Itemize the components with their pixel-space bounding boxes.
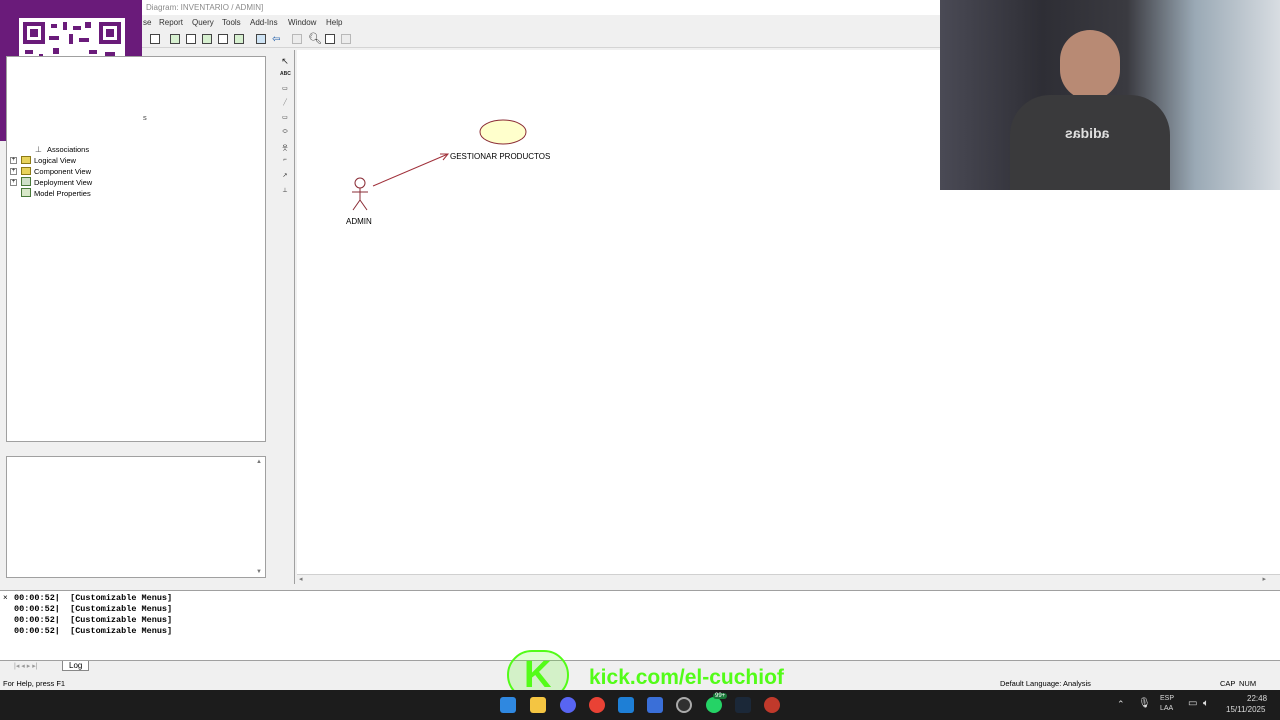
steam-icon[interactable] bbox=[735, 697, 751, 713]
association-tool-icon[interactable]: ⌐ bbox=[280, 157, 290, 166]
text-box-icon[interactable]: ABC bbox=[280, 71, 291, 80]
scroll-left-icon[interactable]: ◂ bbox=[299, 575, 303, 583]
class-diagram-icon[interactable] bbox=[170, 34, 180, 44]
status-caps: CAP bbox=[1220, 679, 1236, 688]
menu-item-browse[interactable]: se bbox=[143, 18, 151, 27]
note-icon[interactable]: ▭ bbox=[280, 85, 290, 94]
use-case-label[interactable]: GESTIONAR PRODUCTOS bbox=[450, 152, 550, 161]
status-language: Default Language: Analysis bbox=[1000, 679, 1091, 688]
folder-icon bbox=[21, 156, 31, 164]
scroll-right-icon[interactable]: ▸ bbox=[1262, 575, 1266, 583]
log-line: 00:00:52| [Customizable Menus] bbox=[14, 615, 173, 625]
association-line[interactable] bbox=[372, 153, 450, 187]
expand-deployment-view-icon[interactable]: + bbox=[10, 179, 17, 186]
log-line: 00:00:52| [Customizable Menus] bbox=[14, 626, 173, 636]
zoom-fit-icon[interactable] bbox=[292, 34, 302, 44]
rational-rose-icon[interactable] bbox=[647, 697, 663, 713]
scroll-up-icon[interactable]: ▲ bbox=[256, 459, 262, 465]
component-diagram-icon[interactable] bbox=[202, 34, 212, 44]
menu-item-tools[interactable]: Tools bbox=[222, 18, 241, 27]
expand-component-view-icon[interactable]: + bbox=[10, 168, 17, 175]
back-arrow-icon[interactable]: ⇦ bbox=[272, 34, 280, 45]
discord-icon[interactable] bbox=[560, 697, 576, 713]
tree-item-logical-view[interactable]: Logical View bbox=[34, 156, 76, 165]
shirt-logo-text: adidas bbox=[1065, 125, 1110, 141]
clock-time[interactable]: 22:48 bbox=[1247, 694, 1267, 703]
vscode-icon[interactable] bbox=[618, 697, 634, 713]
use-case-ellipse[interactable] bbox=[479, 119, 527, 145]
whatsapp-icon[interactable] bbox=[706, 697, 722, 713]
expand-logical-view-icon[interactable]: + bbox=[10, 157, 17, 164]
windows-start-icon[interactable] bbox=[500, 697, 516, 713]
scroll-down-icon[interactable]: ▼ bbox=[256, 569, 262, 575]
folder-icon bbox=[21, 167, 31, 175]
package-icon[interactable]: ▭ bbox=[280, 114, 290, 123]
selection-arrow-icon[interactable]: ↖ bbox=[280, 56, 290, 66]
status-num: NUM bbox=[1239, 679, 1257, 688]
close-log-icon[interactable]: × bbox=[3, 593, 8, 602]
browser-tree[interactable]: s ⊥ Associations + Logical View + Compon… bbox=[6, 56, 266, 442]
stream-url: kick.com/el-cuchiof bbox=[589, 666, 784, 689]
fit-in-window-icon[interactable] bbox=[325, 34, 335, 44]
webcam-feed: adidas bbox=[940, 0, 1280, 190]
log-line: 00:00:52| [Customizable Menus] bbox=[14, 604, 173, 614]
interaction-diagram-icon[interactable] bbox=[186, 34, 196, 44]
streamer-head bbox=[1060, 30, 1120, 100]
menu-item-add-ins[interactable]: Add-Ins bbox=[250, 18, 278, 27]
menu-item-query[interactable]: Query bbox=[192, 18, 214, 27]
canvas-horizontal-scrollbar[interactable]: ◂ ▸ bbox=[297, 574, 1280, 585]
diagram-tool-palette: ↖ ABC ▭ ╱ ▭ ⬭ 웃 ⌐ ↗ ⊥ bbox=[276, 50, 295, 584]
tree-item-associations[interactable]: Associations bbox=[47, 145, 89, 154]
volume-icon[interactable]: 🔈︎ bbox=[1203, 698, 1209, 709]
actor-tool-icon[interactable]: 웃 bbox=[280, 143, 290, 152]
tree-item-model-properties[interactable]: Model Properties bbox=[34, 189, 91, 198]
input-language[interactable]: ESP bbox=[1160, 695, 1174, 702]
model-properties-icon bbox=[21, 188, 31, 197]
generalization-tool-icon[interactable]: ⊥ bbox=[280, 187, 290, 196]
actor-label[interactable]: ADMIN bbox=[346, 217, 372, 226]
actor-figure[interactable] bbox=[352, 177, 368, 211]
clock-date[interactable]: 15/11/2025 bbox=[1226, 705, 1265, 714]
menu-item-report[interactable]: Report bbox=[159, 18, 183, 27]
tree-item-deployment-view[interactable]: Deployment View bbox=[34, 178, 92, 187]
network-icon[interactable]: ▭ bbox=[1188, 698, 1197, 709]
deployment-diagram-icon[interactable] bbox=[234, 34, 244, 44]
log-line: 00:00:52| [Customizable Menus] bbox=[14, 593, 173, 603]
obs-icon[interactable] bbox=[676, 697, 692, 713]
tray-overflow-icon[interactable]: ⌃ bbox=[1117, 699, 1125, 710]
tree-partial-label: s bbox=[143, 113, 147, 122]
streamer-shirt: adidas bbox=[1010, 95, 1170, 190]
whatsapp-badge: 99+ bbox=[713, 693, 728, 699]
tree-item-component-view[interactable]: Component View bbox=[34, 167, 91, 176]
anchor-icon[interactable]: ╱ bbox=[280, 99, 290, 108]
app-icon[interactable] bbox=[764, 697, 780, 713]
statechart-diagram-icon[interactable] bbox=[218, 34, 228, 44]
browse-diagram-icon[interactable] bbox=[150, 34, 160, 44]
chrome-icon[interactable] bbox=[589, 697, 605, 713]
status-help-text: For Help, press F1 bbox=[3, 679, 66, 688]
documentation-pane[interactable]: ▲ ▼ bbox=[6, 456, 266, 578]
deployment-icon bbox=[21, 177, 31, 186]
windows-taskbar: 99+ ⌃ 🎙︎ ESP LAA ▭ 🔈︎ 22:48 15/11/2025 bbox=[0, 690, 1280, 720]
microphone-icon[interactable]: 🎙︎ bbox=[1138, 698, 1151, 709]
menu-item-help[interactable]: Help bbox=[326, 18, 342, 27]
use-case-tool-icon[interactable]: ⬭ bbox=[280, 129, 290, 138]
tab-nav-arrows-icon[interactable]: |◂ ◂ ▸ ▸| bbox=[14, 662, 38, 670]
association-icon: ⊥ bbox=[35, 145, 42, 154]
menu-item-window[interactable]: Window bbox=[288, 18, 316, 27]
tab-log[interactable]: Log bbox=[62, 661, 90, 671]
keyboard-layout[interactable]: LAA bbox=[1160, 705, 1173, 712]
parent-diagram-icon[interactable] bbox=[256, 34, 266, 44]
file-explorer-icon[interactable] bbox=[530, 697, 546, 713]
zoom-in-icon[interactable]: 🔍︎ bbox=[308, 32, 322, 45]
dependency-tool-icon[interactable]: ↗ bbox=[280, 172, 290, 181]
undo-fit-icon[interactable] bbox=[341, 34, 351, 44]
diagram-toolbar: ⇦ 🔍︎ bbox=[142, 31, 940, 48]
window-title: Diagram: INVENTARIO / ADMIN] bbox=[146, 3, 264, 12]
